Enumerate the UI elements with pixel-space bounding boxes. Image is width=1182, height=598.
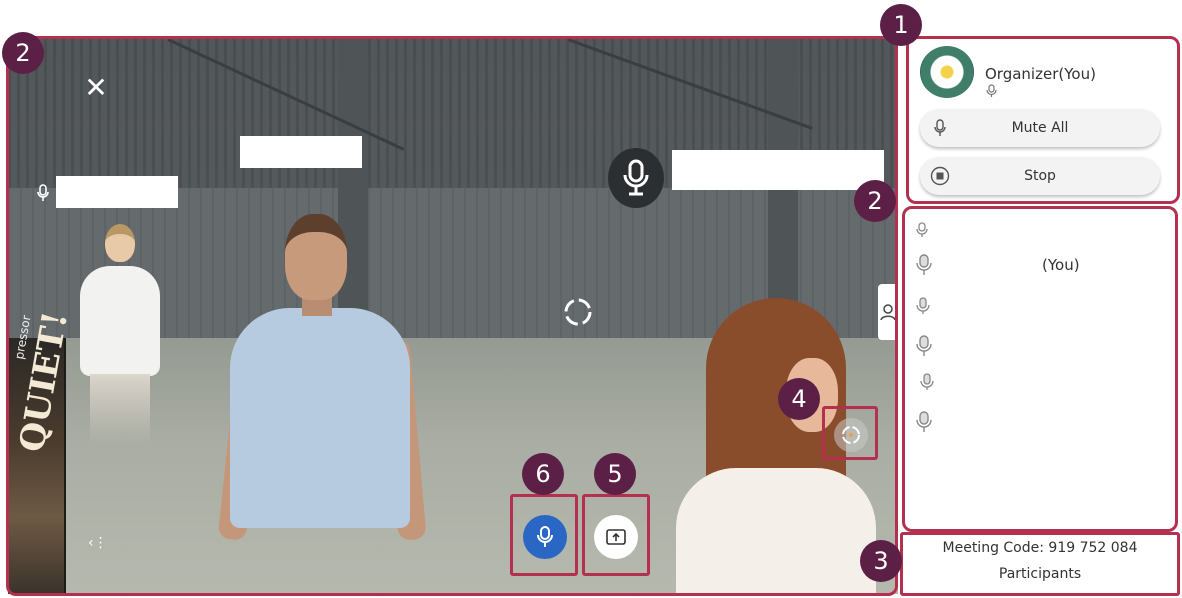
stop-button[interactable]: Stop — [920, 157, 1160, 195]
callout-badge: 5 — [594, 453, 636, 495]
list-item[interactable]: (You) — [916, 251, 1080, 279]
mute-all-button[interactable]: Mute All — [920, 109, 1160, 147]
recenter-icon[interactable] — [834, 418, 868, 452]
avatar-woman-blonde[interactable] — [70, 216, 190, 466]
name-tag — [672, 150, 884, 190]
list-item[interactable] — [920, 368, 934, 396]
organizer-name: Organizer(You) — [985, 65, 1096, 83]
participants-list: (You) — [904, 208, 1176, 530]
list-item[interactable] — [916, 292, 930, 320]
organizer-panel: Organizer(You) Mute All Stop — [908, 38, 1178, 204]
name-tag — [56, 176, 178, 208]
microphone-icon — [920, 373, 934, 390]
microphone-icon — [623, 159, 649, 196]
list-item[interactable] — [916, 216, 928, 244]
list-item[interactable] — [916, 332, 932, 360]
callout-badge: 6 — [522, 453, 564, 495]
microphone-icon — [934, 119, 946, 136]
speaking-indicator — [608, 148, 664, 208]
menu-icon[interactable]: ‹⋮ — [88, 536, 108, 550]
poster: pressor QUIET! — [8, 309, 76, 594]
callout-badge: 2 — [854, 180, 896, 222]
mute-all-label: Mute All — [1011, 120, 1069, 136]
microphone-icon — [537, 526, 553, 547]
stop-label: Stop — [1024, 168, 1056, 184]
callout-badge: 2 — [2, 32, 44, 74]
microphone-icon — [37, 184, 49, 201]
microphone-icon — [916, 254, 932, 275]
share-screen-button[interactable] — [594, 515, 638, 559]
avatar — [920, 46, 974, 98]
participants-tab[interactable] — [878, 284, 898, 340]
meeting-code: Meeting Code: 919 752 084 — [942, 540, 1138, 556]
name-tag — [240, 136, 362, 168]
meeting-info: Meeting Code: 919 752 084 Participants — [904, 534, 1176, 592]
microphone-toggle-button[interactable] — [523, 515, 567, 559]
participants-button[interactable]: Participants — [904, 566, 1176, 582]
microphone-icon — [916, 297, 930, 314]
virtual-scene[interactable]: pressor QUIET! ✕ ‹⋮ — [8, 38, 898, 594]
close-icon[interactable]: ✕ — [84, 74, 108, 102]
callout-badge: 1 — [880, 4, 922, 46]
microphone-icon — [916, 411, 932, 432]
avatar-man[interactable] — [217, 210, 430, 594]
share-screen-icon — [606, 529, 626, 545]
stop-icon — [930, 166, 950, 186]
callout-badge: 3 — [860, 540, 902, 582]
reticle-icon — [564, 298, 592, 326]
participant-name: (You) — [1042, 256, 1080, 274]
microphone-icon — [916, 222, 928, 237]
callout-badge: 4 — [778, 378, 820, 420]
list-item[interactable] — [916, 408, 932, 436]
microphone-icon — [986, 84, 997, 97]
microphone-icon — [916, 335, 932, 356]
person-icon — [880, 304, 896, 321]
